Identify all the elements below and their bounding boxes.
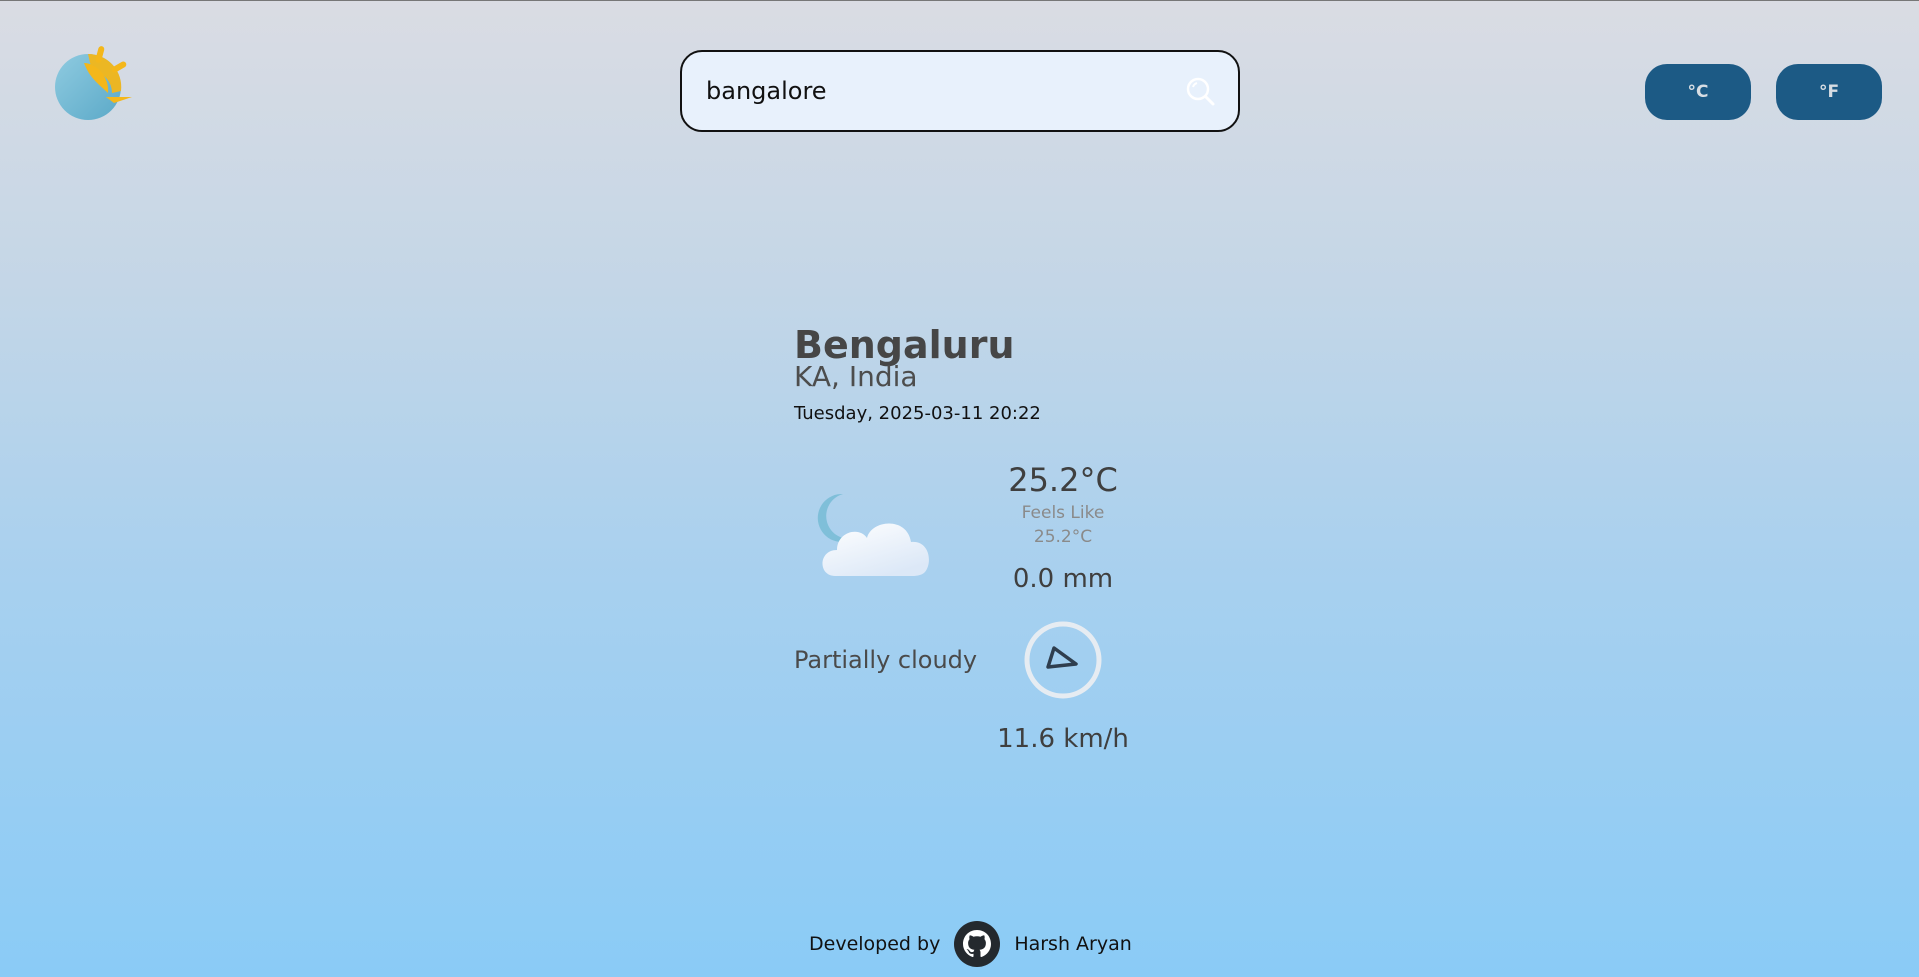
search-input[interactable] xyxy=(682,51,1180,131)
search-box xyxy=(680,50,1240,132)
feels-like-label: Feels Like xyxy=(1021,503,1105,523)
local-datetime: Tuesday, 2025-03-11 20:22 xyxy=(794,403,1041,424)
sun-moon-logo-icon xyxy=(55,46,132,120)
wind-direction-icon xyxy=(1024,621,1102,699)
region-name: KA, India xyxy=(794,360,918,393)
fahrenheit-button[interactable]: °F xyxy=(1776,64,1882,120)
search-icon xyxy=(1186,77,1215,106)
search-button[interactable] xyxy=(1180,71,1220,111)
github-icon[interactable] xyxy=(954,921,1001,967)
temperature: 25.2°C xyxy=(1008,461,1118,499)
wind-dial xyxy=(1023,620,1103,700)
weather-condition: Partially cloudy xyxy=(794,646,978,674)
developed-by-label: Developed by xyxy=(809,933,941,955)
partly-cloudy-night-icon xyxy=(817,493,929,576)
wind-speed: 11.6 km/h xyxy=(997,724,1129,754)
celsius-button[interactable]: °C xyxy=(1645,64,1751,120)
app-logo xyxy=(50,41,140,131)
author-link[interactable]: Harsh Aryan xyxy=(1014,933,1131,955)
weather-icon-container xyxy=(815,486,940,581)
precipitation: 0.0 mm xyxy=(1012,564,1114,594)
footer: Developed by Harsh Aryan xyxy=(809,921,1132,967)
feels-like-value: 25.2°C xyxy=(1033,527,1093,547)
